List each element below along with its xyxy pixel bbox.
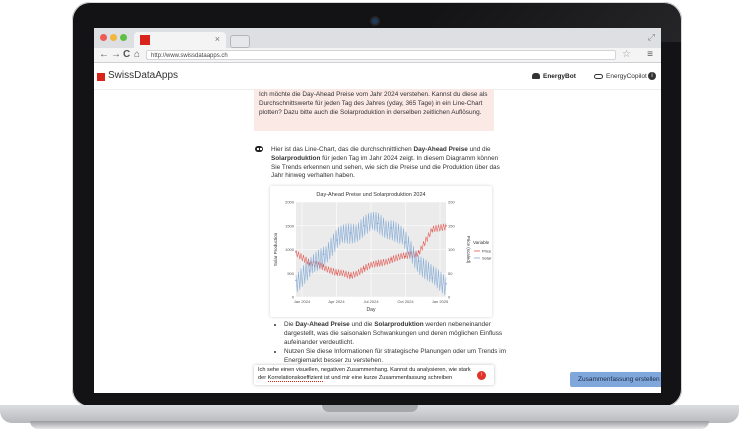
bullet-item: Nutzen Sie diese Informationen für strat…	[284, 348, 514, 366]
new-tab-button[interactable]	[230, 35, 250, 48]
copilot-icon	[594, 74, 603, 79]
data-point-solar	[431, 277, 434, 279]
address-bar[interactable]: http://www.swissdataapps.ch	[146, 50, 616, 60]
x-tick-label: Jan 2025	[432, 299, 449, 304]
favicon-icon	[140, 35, 150, 45]
y-right-axis-label: Price (scaled)	[466, 236, 471, 264]
forward-icon[interactable]: →	[111, 48, 121, 62]
y-right-tick-label: 100	[448, 247, 455, 252]
browser-tab[interactable]: ×	[134, 32, 226, 48]
window-maximize-dot[interactable]	[120, 34, 127, 41]
data-point-price	[349, 274, 352, 277]
browser-screen: × ⤢ ← → C ⌂ http://www.swissdataapps.ch …	[94, 28, 661, 393]
data-point-price	[322, 265, 325, 267]
data-point-solar	[363, 225, 365, 227]
brand-name[interactable]: SwissDataApps	[108, 70, 178, 81]
nav-energybot-label: EnergyBot	[543, 73, 576, 80]
data-point-solar	[295, 279, 297, 282]
window-close-dot[interactable]	[100, 34, 107, 41]
y-right-tick-label: 150	[448, 223, 455, 228]
x-axis-label: Day	[367, 307, 376, 313]
x-tick-label: Apr 2024	[328, 299, 345, 304]
tab-close-icon[interactable]: ×	[215, 34, 220, 44]
y-right-tick-label: 50	[448, 271, 453, 276]
data-point-price	[295, 251, 297, 253]
browser-menu-icon[interactable]: ≡	[647, 48, 653, 62]
bullet-item: Die Day-Ahead Preise und die Solarproduk…	[284, 321, 514, 347]
home-icon[interactable]: ⌂	[134, 48, 140, 62]
nav-energycopilot[interactable]: EnergyCopilot	[594, 73, 647, 80]
browser-toolbar: ← → C ⌂ http://www.swissdataapps.ch ☆ ≡	[94, 48, 661, 63]
summary-button[interactable]: Zusammenfassung erstellen	[570, 372, 661, 387]
chart-title: Day-Ahead Preise und Solarproduktion 202…	[316, 192, 425, 198]
data-point-solar	[349, 232, 352, 234]
y-left-tick-label: 1500	[285, 223, 295, 228]
legend-label: Solar	[482, 256, 492, 261]
data-point-solar	[322, 253, 325, 256]
legend-label: Price	[482, 249, 492, 254]
laptop-shadow	[30, 421, 709, 429]
data-point-solar	[417, 260, 420, 263]
y-right-tick-label: 200	[448, 200, 455, 205]
send-button[interactable]: ↑	[477, 371, 486, 380]
data-point-solar	[377, 222, 379, 225]
data-point-solar	[308, 270, 311, 272]
nav-energybot[interactable]: EnergyBot	[532, 73, 576, 80]
bookmark-star-icon[interactable]: ☆	[622, 48, 631, 62]
data-point-price	[404, 255, 406, 258]
window-minimize-dot[interactable]	[110, 34, 117, 41]
data-point-price	[336, 272, 338, 275]
laptop-notch	[322, 405, 418, 412]
chat-input[interactable]: Ich sehe einen visuellen, negativen Zusa…	[254, 365, 494, 385]
y-left-axis-label: Solar Production	[273, 232, 278, 266]
bot-message: Hier ist das Line-Chart, das die durchsc…	[271, 146, 500, 180]
data-point-price	[445, 225, 447, 227]
brand-logo-icon	[97, 73, 105, 81]
reload-icon[interactable]: C	[123, 48, 130, 62]
browser-tab-strip: × ⤢	[94, 28, 661, 48]
chart-card: 0 500 1000 1500 2000 0 50 100 150 200 Jan 2024 Apr …	[270, 186, 492, 317]
y-left-tick-label: 1000	[285, 247, 295, 252]
x-tick-label: Jan 2024	[294, 299, 311, 304]
back-icon[interactable]: ←	[99, 48, 109, 62]
webcam	[372, 18, 378, 24]
nav-energycopilot-label: EnergyCopilot	[606, 73, 647, 80]
info-icon[interactable]: i	[648, 72, 656, 80]
y-left-tick-label: 500	[287, 271, 294, 276]
data-point-solar	[445, 282, 447, 285]
y-left-tick-label: 2000	[285, 200, 295, 205]
line-chart: 0500100015002000050100150200Jan 2024 Apr …	[273, 192, 492, 313]
data-point-solar	[336, 239, 338, 241]
legend-title: Variable	[473, 240, 490, 245]
data-point-price	[377, 263, 379, 265]
y-right-tick-label: 0	[448, 295, 451, 300]
chat-input-text[interactable]: Ich sehe einen visuellen, negativen Zusa…	[258, 367, 473, 382]
data-point-solar	[390, 227, 393, 229]
robot-icon	[532, 73, 540, 79]
x-tick-label: Oct 2024	[397, 299, 414, 304]
user-message: Ich möchte die Day-Ahead Preise vom Jahr…	[254, 89, 494, 131]
data-point-price	[390, 258, 393, 260]
data-point-price	[363, 267, 365, 270]
bot-bullet-list: Die Day-Ahead Preise und die Solarproduk…	[274, 321, 514, 367]
app-header: SwissDataApps EnergyBot EnergyCopilot i	[94, 63, 661, 90]
data-point-solar	[404, 241, 406, 244]
x-tick-label: Jul 2024	[363, 299, 379, 304]
data-point-price	[417, 251, 420, 253]
fullscreen-icon[interactable]: ⤢	[648, 32, 655, 43]
bot-avatar-icon	[254, 144, 264, 153]
data-point-price	[431, 229, 434, 232]
